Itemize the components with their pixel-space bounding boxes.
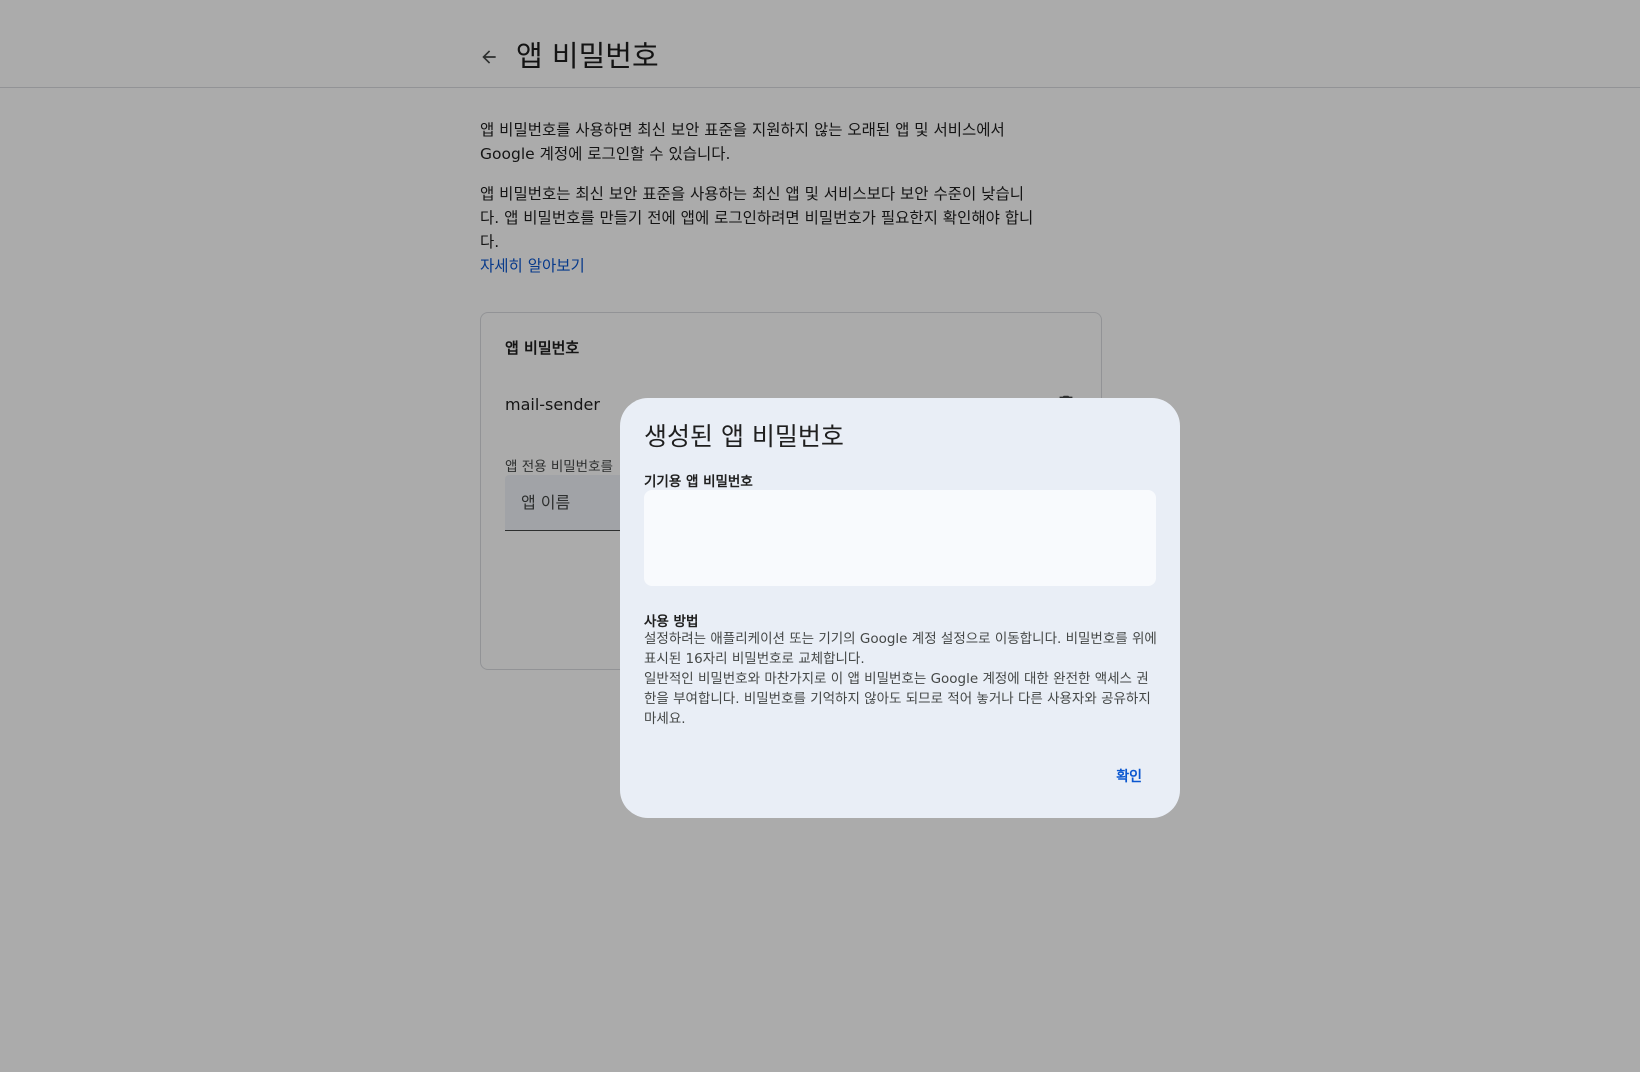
generated-password-dialog: 생성된 앱 비밀번호 기기용 앱 비밀번호 사용 방법 설정하려는 애플리케이션… — [620, 398, 1180, 818]
generated-password-box[interactable] — [644, 490, 1156, 586]
usage-paragraph-2: 일반적인 비밀번호와 마찬가지로 이 앱 비밀번호는 Google 계정에 대한… — [644, 671, 1151, 727]
confirm-button[interactable]: 확인 — [1102, 758, 1156, 794]
usage-paragraph-1: 설정하려는 애플리케이션 또는 기기의 Google 계정 설정으로 이동합니다… — [644, 631, 1157, 667]
device-password-label: 기기용 앱 비밀번호 — [644, 474, 753, 490]
usage-instructions: 설정하려는 애플리케이션 또는 기기의 Google 계정 설정으로 이동합니다… — [644, 629, 1159, 729]
usage-heading: 사용 방법 — [644, 614, 699, 630]
dialog-title: 생성된 앱 비밀번호 — [644, 422, 844, 451]
